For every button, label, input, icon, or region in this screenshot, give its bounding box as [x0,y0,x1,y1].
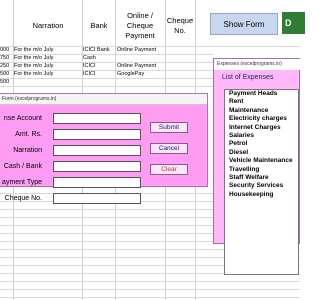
payment-cell: Online Payment [117,47,157,53]
grid-line [0,209,213,210]
cheque-no-field[interactable] [53,193,141,204]
grid-line [0,297,300,298]
expenses-heading: List of Expenses [222,74,274,81]
grid-line [0,289,300,290]
cheque-no-label: Cheque No. [4,195,42,202]
list-item[interactable]: Maintenance [225,107,298,115]
entry-form: Form (excelprograms.in) nse Account Amt.… [0,93,208,204]
logo: D [282,12,305,34]
bank-cell: Cash [83,55,96,61]
narration-field[interactable] [53,145,141,156]
narration-label: Narration [13,147,42,154]
expense-account-label: nse Account [3,115,42,122]
grid-line [0,225,213,226]
amount-field[interactable] [53,129,141,140]
list-item[interactable]: Rent [225,98,298,106]
amount-cell: 500 [0,79,10,85]
cash-bank-label: Cash / Bank [3,163,42,170]
expenses-listbox[interactable]: Payment Heads Rent Maintenance Electrici… [224,89,299,275]
payment-type-label: ayment Type [2,179,42,186]
payment-cell: Online Payment [117,63,157,69]
cash-bank-field[interactable] [53,161,141,172]
grid-line [0,233,213,234]
header-narration: Narration [32,21,64,30]
list-item[interactable]: Salaries [225,132,298,140]
submit-button[interactable]: Submit [150,122,188,133]
expenses-panel: Expenses (excelprograms.in) List of Expe… [213,58,301,275]
expenses-title: Expenses (excelprograms.in) [214,59,301,70]
cancel-button[interactable]: Cancel [150,143,188,154]
grid-line [0,241,213,242]
header-cheque-no: Cheque No. [166,16,194,35]
list-item[interactable]: Electricity charges [225,115,298,123]
form-title: Form (excelprograms.in) [0,94,207,105]
amount-cell: 250 [0,63,10,69]
bank-cell: ICICI [83,63,96,69]
payment-type-field[interactable] [53,177,141,188]
amount-label: Amt. Rs. [15,131,42,138]
amount-cell: 000 [0,47,10,53]
header-bank: Bank [90,21,108,30]
grid-line [0,281,300,282]
header-online-cheque-payment: Online / Cheque Payment [125,11,155,40]
narration-cell: For the m/o July [14,71,54,77]
list-item[interactable]: Internet Charges [225,124,298,132]
bank-cell: ICICI Bank [83,47,110,53]
bank-cell: ICICI [83,71,96,77]
payment-cell: GooglePay [117,71,145,77]
list-item[interactable]: Petrol [225,140,298,148]
list-item[interactable]: Diesel [225,149,298,157]
list-item[interactable]: Vehicle Maintenance [225,157,298,165]
list-item[interactable]: Travelling [225,166,298,174]
narration-cell: For the m/o July [14,55,54,61]
amount-cell: 500 [0,71,10,77]
expense-account-field[interactable] [53,113,141,124]
narration-cell: For the m/o July [14,63,54,69]
list-item[interactable]: Security Services [225,182,298,190]
narration-cell: For the m/o July [14,47,54,53]
list-item[interactable]: Housekeeping [225,191,298,199]
grid-line [0,78,213,79]
grid-line [0,86,213,87]
amount-cell: 750 [0,55,10,61]
list-item[interactable]: Payment Heads [225,90,298,98]
show-form-button[interactable]: Show Form [210,13,278,35]
clear-button[interactable]: Clear [150,164,188,175]
grid-line [0,217,213,218]
list-item[interactable]: Staff Welfare [225,174,298,182]
